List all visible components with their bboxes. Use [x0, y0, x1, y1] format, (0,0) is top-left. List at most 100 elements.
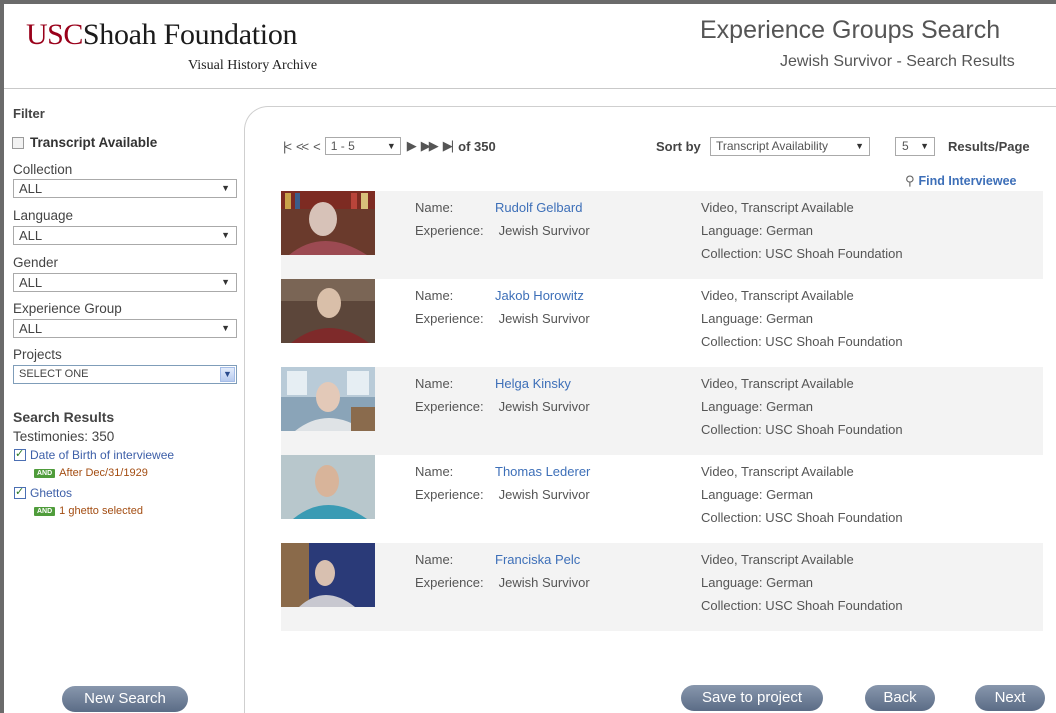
page-subtitle: Jewish Survivor - Search Results	[780, 53, 1015, 70]
result-details: Video, Transcript Available Language: Ge…	[701, 196, 903, 265]
language-value: Language: German	[701, 399, 814, 414]
search-icon: ⚲	[905, 173, 915, 188]
experience-key: Experience:	[415, 223, 484, 238]
experience-value: Jewish Survivor	[498, 399, 590, 414]
results-panel: |< << < 1 - 5 ▼ ▶ ▶▶ ▶| of 350 Sort by Tr…	[244, 106, 1056, 713]
save-to-project-button[interactable]: Save to project	[681, 685, 823, 711]
language-value: Language: German	[701, 311, 814, 326]
criterion-value-row: AND 1 ghetto selected	[34, 505, 143, 517]
result-row[interactable]: Name: Franciska Pelc Experience: Jewish S…	[281, 543, 1043, 631]
collection-value: Collection: USC Shoah Foundation	[701, 510, 903, 525]
criterion-label: Date of Birth of interviewee	[30, 448, 175, 462]
logo-usc: USC	[26, 18, 83, 51]
new-search-button[interactable]: New Search	[62, 686, 188, 712]
criterion-ghettos[interactable]: Ghettos	[14, 485, 72, 500]
language-value: Language: German	[701, 575, 814, 590]
transcript-available-label: Transcript Available	[30, 135, 158, 150]
experience-key: Experience:	[415, 399, 484, 414]
next-button[interactable]: Next	[975, 685, 1045, 711]
page-range-value: 1 - 5	[330, 139, 355, 153]
gender-select[interactable]: ALL ▼	[13, 273, 237, 292]
projects-label: Projects	[13, 347, 62, 362]
language-value: ALL	[19, 228, 43, 243]
prev-page-icon[interactable]: <	[313, 139, 320, 154]
video-thumbnail[interactable]	[281, 279, 375, 343]
next-page-icon[interactable]: ▶	[407, 138, 417, 154]
fast-back-icon[interactable]: <<	[296, 139, 309, 154]
projects-value: SELECT ONE	[19, 368, 89, 380]
collection-value: Collection: USC Shoah Foundation	[701, 334, 903, 349]
results-per-page-value: 5	[902, 139, 909, 153]
interviewee-name-link[interactable]: Thomas Lederer	[495, 464, 590, 479]
page-total: of 350	[458, 138, 496, 154]
result-identity: Name: Franciska Pelc Experience: Jewish S…	[415, 548, 590, 594]
interviewee-name-link[interactable]: Franciska Pelc	[495, 552, 580, 567]
chevron-down-icon: ▼	[221, 230, 230, 240]
result-row[interactable]: Name: Thomas Lederer Experience: Jewish S…	[281, 455, 1043, 543]
language-label: Language	[13, 208, 74, 223]
criterion-checkbox[interactable]	[14, 447, 26, 461]
result-identity: Name: Jakob Horowitz Experience: Jewish S…	[415, 284, 590, 330]
back-button[interactable]: Back	[865, 685, 935, 711]
find-interviewee-link[interactable]: ⚲ Find Interviewee	[905, 173, 1016, 189]
result-details: Video, Transcript Available Language: Ge…	[701, 372, 903, 441]
result-details: Video, Transcript Available Language: Ge…	[701, 460, 903, 529]
results-list: Name: Rudolf Gelbard Experience: Jewish S…	[281, 191, 1043, 631]
interviewee-name-link[interactable]: Helga Kinsky	[495, 376, 571, 391]
name-key: Name:	[415, 552, 454, 567]
name-key: Name:	[415, 288, 454, 303]
results-per-page-label: Results/Page	[948, 139, 1030, 154]
collection-value: Collection: USC Shoah Foundation	[701, 246, 903, 261]
video-thumbnail[interactable]	[281, 191, 375, 255]
transcript-available-option[interactable]: Transcript Available	[12, 135, 157, 150]
media-availability: Video, Transcript Available	[701, 376, 854, 391]
gender-value: ALL	[19, 275, 43, 290]
collection-value: Collection: USC Shoah Foundation	[701, 598, 903, 613]
sort-select[interactable]: Transcript Availability ▼	[710, 137, 870, 156]
result-identity: Name: Helga Kinsky Experience: Jewish Sur…	[415, 372, 590, 418]
criterion-checkbox[interactable]	[14, 485, 26, 499]
result-row[interactable]: Name: Jakob Horowitz Experience: Jewish S…	[281, 279, 1043, 367]
logo[interactable]: USCShoah Foundation	[26, 18, 298, 52]
chevron-down-icon: ▼	[221, 183, 230, 193]
experience-group-value: ALL	[19, 321, 43, 336]
media-availability: Video, Transcript Available	[701, 288, 854, 303]
collection-value: ALL	[19, 181, 43, 196]
video-thumbnail[interactable]	[281, 367, 375, 431]
search-results-title: Search Results	[13, 409, 115, 425]
result-row[interactable]: Name: Helga Kinsky Experience: Jewish Sur…	[281, 367, 1043, 455]
collection-label: Collection	[13, 162, 73, 177]
criterion-date-of-birth[interactable]: Date of Birth of interviewee	[14, 447, 175, 462]
video-thumbnail[interactable]	[281, 455, 375, 519]
page-range-select[interactable]: 1 - 5 ▼	[324, 137, 401, 155]
last-page-icon[interactable]: ▶|	[443, 138, 454, 154]
experience-value: Jewish Survivor	[498, 487, 590, 502]
criterion-value-row: AND After Dec/31/1929	[34, 467, 148, 479]
collection-select[interactable]: ALL ▼	[13, 179, 237, 198]
criterion-value: After Dec/31/1929	[59, 467, 148, 479]
experience-key: Experience:	[415, 311, 484, 326]
projects-select[interactable]: SELECT ONE ▼	[13, 365, 237, 384]
results-per-page-select[interactable]: 5 ▼	[895, 137, 935, 156]
and-badge: AND	[34, 468, 56, 478]
sort-value: Transcript Availability	[716, 139, 829, 153]
transcript-available-checkbox[interactable]	[12, 136, 24, 149]
interviewee-name-link[interactable]: Rudolf Gelbard	[495, 200, 582, 215]
fast-forward-icon[interactable]: ▶▶	[421, 138, 439, 154]
media-availability: Video, Transcript Available	[701, 464, 854, 479]
language-value: Language: German	[701, 223, 814, 238]
video-thumbnail[interactable]	[281, 543, 375, 607]
chevron-down-icon: ▼	[221, 323, 230, 333]
sort-label: Sort by	[656, 139, 701, 154]
pagination: |< << < 1 - 5 ▼ ▶ ▶▶ ▶| of 350	[283, 137, 496, 155]
experience-key: Experience:	[415, 487, 484, 502]
experience-key: Experience:	[415, 575, 484, 590]
first-page-icon[interactable]: |<	[283, 139, 292, 154]
interviewee-name-link[interactable]: Jakob Horowitz	[495, 288, 584, 303]
experience-group-select[interactable]: ALL ▼	[13, 319, 237, 338]
logo-subtitle: Visual History Archive	[188, 58, 318, 73]
language-value: Language: German	[701, 487, 814, 502]
name-key: Name:	[415, 464, 454, 479]
result-row[interactable]: Name: Rudolf Gelbard Experience: Jewish S…	[281, 191, 1043, 279]
language-select[interactable]: ALL ▼	[13, 226, 237, 245]
